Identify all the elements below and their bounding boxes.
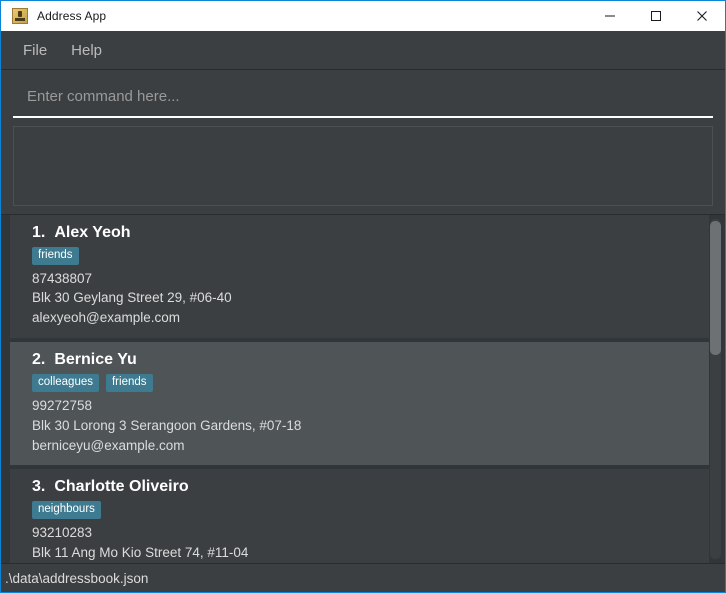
person-tags: neighbours — [32, 501, 695, 519]
maximize-icon — [650, 10, 662, 22]
person-list: 1. Alex Yeoh friends 87438807 Blk 30 Gey… — [1, 215, 725, 563]
scrollbar-thumb[interactable] — [710, 221, 721, 355]
person-index: 3. — [32, 478, 45, 496]
person-email: berniceyu@example.com — [32, 436, 695, 456]
person-name: Charlotte Oliveiro — [54, 478, 188, 496]
command-box[interactable] — [13, 80, 713, 118]
tag-badge: colleagues — [32, 374, 99, 392]
person-card[interactable]: 3. Charlotte Oliveiro neighbours 9321028… — [10, 469, 709, 563]
menu-item-file[interactable]: File — [13, 38, 57, 63]
minimize-button[interactable] — [587, 1, 633, 31]
title-bar-left: Address App — [1, 8, 587, 24]
person-address: Blk 11 Ang Mo Kio Street 74, #11-04 — [32, 543, 695, 563]
person-card[interactable]: 1. Alex Yeoh friends 87438807 Blk 30 Gey… — [10, 215, 709, 338]
tag-badge: friends — [32, 247, 79, 265]
person-phone: 99272758 — [32, 396, 695, 416]
person-card-header: 3. Charlotte Oliveiro — [32, 478, 695, 496]
command-input[interactable] — [13, 88, 713, 109]
person-name: Alex Yeoh — [54, 224, 130, 242]
maximize-button[interactable] — [633, 1, 679, 31]
menu-bar: File Help — [1, 31, 725, 70]
person-address: Blk 30 Geylang Street 29, #06-40 — [32, 288, 695, 308]
save-location-status: .\data\addressbook.json — [5, 571, 148, 586]
person-card[interactable]: 2. Bernice Yu colleagues friends 9927275… — [10, 342, 709, 465]
menu-item-help[interactable]: Help — [61, 38, 112, 63]
close-icon — [696, 10, 708, 22]
person-index: 1. — [32, 224, 45, 242]
status-bar: .\data\addressbook.json — [1, 563, 725, 592]
person-card-header: 1. Alex Yeoh — [32, 224, 695, 242]
person-card-header: 2. Bernice Yu — [32, 351, 695, 369]
window-controls — [587, 1, 725, 31]
person-phone: 87438807 — [32, 269, 695, 289]
person-address: Blk 30 Lorong 3 Serangoon Gardens, #07-1… — [32, 416, 695, 436]
person-tags: friends — [32, 247, 695, 265]
person-list-panel: 1. Alex Yeoh friends 87438807 Blk 30 Gey… — [1, 214, 725, 563]
address-book-icon — [12, 8, 28, 24]
title-bar[interactable]: Address App — [1, 1, 725, 31]
person-phone: 93210283 — [32, 523, 695, 543]
person-index: 2. — [32, 351, 45, 369]
result-display-container — [1, 118, 725, 214]
window-title: Address App — [37, 9, 106, 23]
person-email: alexyeoh@example.com — [32, 308, 695, 328]
tag-badge: friends — [106, 374, 153, 392]
person-tags: colleagues friends — [32, 374, 695, 392]
result-display — [13, 126, 713, 206]
person-list-scrollbar[interactable] — [710, 219, 721, 559]
minimize-icon — [604, 10, 616, 22]
command-box-container — [1, 70, 725, 118]
close-button[interactable] — [679, 1, 725, 31]
person-name: Bernice Yu — [54, 351, 136, 369]
app-window: Address App File Help — [0, 0, 726, 593]
tag-badge: neighbours — [32, 501, 101, 519]
